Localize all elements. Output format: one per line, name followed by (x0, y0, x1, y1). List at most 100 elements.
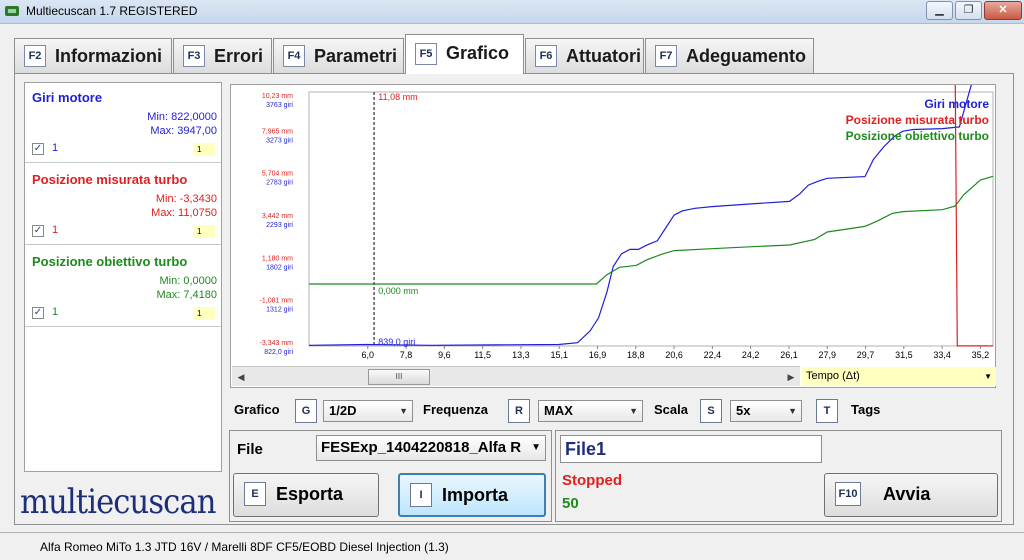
x-tick-label: 24,2 (742, 350, 760, 360)
avvia-label: Avvia (883, 484, 931, 504)
series-index: 1 (52, 224, 59, 236)
y-tick-label-mm: 1,180 mm (262, 255, 293, 262)
scala-value: 5x (736, 403, 751, 418)
x-tick-label: 31,5 (895, 350, 913, 360)
x-tick-label: 20,6 (665, 350, 683, 360)
tab-label: Errori (214, 46, 264, 66)
line-chart[interactable]: 10,23 mm 3763 giri 7,965 mm 3273 giri 5,704 … (231, 85, 995, 365)
tab-key-badge: F4 (283, 45, 305, 67)
grafico-label: Grafico (234, 402, 280, 417)
file-label: File (237, 441, 263, 458)
scala-key-badge: S (700, 399, 722, 423)
chart-horizontal-scrollbar[interactable]: ◀ III ▶ (232, 366, 800, 386)
maximize-button[interactable]: ❐ (955, 1, 982, 20)
importa-label: Importa (442, 485, 509, 505)
series-checkbox[interactable]: ✓ (32, 225, 44, 237)
series-checkbox[interactable]: ✓ (32, 307, 44, 319)
y-tick-label-mm: 3,442 mm (262, 213, 293, 220)
x-tick-label: 22,4 (704, 350, 722, 360)
x-tick-label: 26,1 (780, 350, 798, 360)
x-tick-label: 16,9 (589, 350, 607, 360)
file-select-value: FESExp_1404220818_Alfa R (321, 439, 522, 456)
tab-key-badge: F7 (655, 45, 677, 67)
tab-grafico[interactable]: F5 Grafico (405, 34, 524, 74)
y-tick-label-giri: 2293 giri (266, 222, 293, 229)
tab-errori[interactable]: F3 Errori (173, 38, 272, 73)
series-max: Max: 3947,00 (150, 125, 217, 137)
x-tick-label: 29,7 (857, 350, 875, 360)
minimize-button[interactable]: ▁ (926, 1, 953, 20)
tags-key-badge[interactable]: T (816, 399, 838, 423)
grafico-value: 1/2D (329, 403, 357, 418)
tab-attuatori[interactable]: F6 Attuatori (525, 38, 644, 73)
close-button[interactable]: ✕ (984, 1, 1022, 20)
x-tick-label: 13,3 (512, 350, 530, 360)
frequenza-label: Frequenza (423, 402, 489, 417)
scroll-left-arrow-icon[interactable]: ◀ (234, 369, 248, 385)
chevron-down-icon: ▼ (984, 372, 992, 381)
vehicle-info: Alfa Romeo MiTo 1.3 JTD 16V / Marelli 8D… (40, 540, 449, 554)
tab-key-badge: F3 (183, 45, 205, 67)
tab-key-badge: F6 (535, 45, 557, 67)
series-scale-field[interactable]: 1 (193, 225, 215, 238)
status-bar: Alfa Romeo MiTo 1.3 JTD 16V / Marelli 8D… (0, 532, 1024, 560)
scala-select[interactable]: 5x ▼ (730, 400, 802, 422)
tab-label: Grafico (446, 43, 510, 63)
series-name: Posizione misurata turbo (32, 172, 188, 187)
legend-item-posizione-misurata[interactable]: Posizione misurata turbo Min: -3,3430 Ma… (25, 165, 221, 245)
status-text: Stopped (562, 472, 622, 489)
x-tick-label: 15,1 (550, 350, 568, 360)
series-index: 1 (52, 306, 59, 318)
time-axis-label: Tempo (Δt) (806, 370, 860, 382)
series-min: Min: 822,0000 (147, 111, 217, 123)
multiecuscan-logo: multiecuscan (20, 482, 216, 522)
title-bar: Multiecuscan 1.7 REGISTERED ▁ ❐ ✕ (0, 0, 1024, 24)
sample-count: 50 (562, 495, 579, 512)
series-max: Max: 11,0750 (151, 207, 217, 219)
tab-adeguamento[interactable]: F7 Adeguamento (645, 38, 814, 73)
legend-item-posizione-obiettivo[interactable]: Posizione obiettivo turbo Min: 0,0000 Ma… (25, 247, 221, 327)
tab-label: Informazioni (55, 46, 162, 66)
series-name: Posizione obiettivo turbo (32, 254, 188, 269)
frequenza-key-badge: R (508, 399, 530, 423)
y-tick-label-giri: 2783 giri (266, 180, 293, 187)
file-select[interactable]: FESExp_1404220818_Alfa R ▼ (316, 435, 546, 461)
series-scale-field[interactable]: 1 (193, 143, 215, 156)
y-tick-label-giri: 1802 giri (266, 264, 293, 271)
grafico-key-badge: G (295, 399, 317, 423)
acquisition-panel: File1 Stopped 50 F10 Avvia (555, 430, 1002, 522)
series-checkbox[interactable]: ✓ (32, 143, 44, 155)
tab-informazioni[interactable]: F2 Informazioni (14, 38, 172, 73)
chart-legend-entry: Giri motore (924, 97, 989, 111)
tab-parametri[interactable]: F4 Parametri (273, 38, 404, 73)
x-tick-label: 9,6 (438, 350, 451, 360)
esporta-label: Esporta (276, 484, 344, 504)
chart-legend-entry: Posizione obiettivo turbo (846, 129, 989, 143)
series-index: 1 (52, 142, 59, 154)
app-icon (5, 6, 19, 16)
tab-label: Attuatori (566, 46, 641, 66)
x-tick-label: 35,2 (972, 350, 990, 360)
frequenza-select[interactable]: MAX ▼ (538, 400, 643, 422)
tab-key-badge: F2 (24, 45, 46, 67)
scroll-right-arrow-icon[interactable]: ▶ (784, 369, 798, 385)
time-axis-selector[interactable]: Tempo (Δt) ▼ (802, 367, 996, 386)
x-tick-label: 6,0 (361, 350, 374, 360)
legend-item-giri-motore[interactable]: Giri motore Min: 822,0000 Max: 3947,00 ✓… (25, 83, 221, 163)
tab-key-badge: F5 (415, 43, 437, 65)
importa-button[interactable]: I Importa (398, 473, 546, 517)
y-tick-label-mm: -1,081 mm (260, 298, 294, 305)
avvia-button[interactable]: F10 Avvia (824, 473, 998, 517)
session-name-field[interactable]: File1 (560, 435, 822, 463)
frequenza-value: MAX (544, 403, 573, 418)
grafico-select[interactable]: 1/2D ▼ (323, 400, 413, 422)
series-scale-field[interactable]: 1 (193, 307, 215, 320)
esporta-button[interactable]: E Esporta (233, 473, 379, 517)
tab-bar: F2 Informazioni F3 Errori F4 Parametri F… (14, 34, 1014, 74)
esporta-key-badge: E (244, 482, 266, 506)
scala-label: Scala (654, 402, 688, 417)
importa-key-badge: I (410, 483, 432, 507)
chart-frame: 10,23 mm 3763 giri 7,965 mm 3273 giri 5,704 … (230, 84, 996, 388)
scroll-thumb[interactable]: III (368, 369, 430, 385)
chevron-down-icon: ▼ (399, 406, 408, 416)
